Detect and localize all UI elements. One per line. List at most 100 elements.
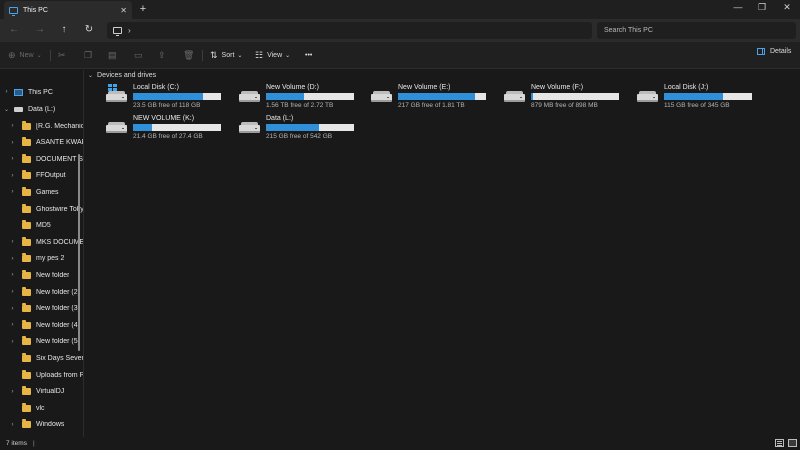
close-tab-icon[interactable]: ✕ [120,6,127,15]
sidebar-item-label: New folder (2) [36,288,80,296]
chevron-right-icon[interactable]: › [9,389,16,395]
sort-button[interactable]: ⇅ Sort ⌄ [210,48,242,62]
details-view-button[interactable] [775,439,784,447]
sidebar-scrollbar[interactable] [78,154,80,351]
chevron-right-icon[interactable]: › [9,422,16,428]
sidebar-item-data-drive[interactable]: ⌄ Data (L:) [3,101,83,117]
paste-button[interactable]: ▤ [108,48,121,62]
cut-button[interactable]: ✂ [58,48,70,62]
chevron-right-icon[interactable]: › [9,306,16,312]
new-button[interactable]: ⊕ New ⌄ [8,48,42,62]
sidebar-item-label: VirtualDJ [36,388,65,396]
tiles-view-button[interactable] [788,439,797,447]
share-icon: ⇪ [158,49,166,60]
sidebar-item-folder[interactable]: vlc [9,400,83,416]
chevron-right-icon[interactable]: › [9,272,16,278]
drive-tile[interactable]: NEW VOLUME (K:) 21.4 GB free of 27.4 GB [106,115,234,145]
search-input[interactable]: Search This PC [597,22,796,39]
chevron-right-icon[interactable]: › [9,339,16,345]
chevron-right-icon[interactable]: › [9,289,16,295]
maximize-button[interactable]: ❐ [755,2,769,13]
folder-icon [22,203,31,213]
folder-icon [22,336,31,346]
drive-name: Data (L:) [266,115,294,122]
sidebar-item-folder[interactable]: Ghostwire Tokyo [9,201,83,217]
sidebar-item-folder[interactable]: › New folder (3) [9,301,83,317]
chevron-right-icon[interactable]: › [9,173,16,179]
drive-usage-bar [266,124,354,131]
back-button[interactable]: ← [7,23,21,37]
sidebar-item-folder[interactable]: › New folder [9,267,83,283]
drive-tile[interactable]: New Volume (F:) 879 MB free of 898 MB [504,84,632,114]
breadcrumb-chevron-icon[interactable]: › [128,26,131,35]
sidebar-item-folder[interactable]: › my pes 2 [9,251,83,267]
share-button[interactable]: ⇪ [158,48,170,62]
chevron-right-icon[interactable]: › [9,322,16,328]
sidebar-item-label: Games [36,188,59,196]
drive-icon [106,122,127,133]
folder-icon [22,120,31,130]
sidebar-item-folder[interactable]: › MKS DOCUMENTS [9,234,83,250]
copy-button[interactable]: ❐ [84,48,96,62]
drive-tile[interactable]: Data (L:) 215 GB free of 542 GB [239,115,367,145]
tab-this-pc[interactable]: This PC ✕ [4,1,132,19]
sidebar-item-folder[interactable]: › ASANTE KWABENA [9,135,83,151]
sidebar-item-this-pc[interactable]: › This PC [3,84,83,100]
chevron-right-icon[interactable]: › [9,156,16,162]
drive-icon [637,91,658,102]
refresh-button[interactable]: ↻ [82,23,96,37]
sidebar-item-folder[interactable]: › Games [9,184,83,200]
up-button[interactable]: ↑ [57,23,71,37]
sidebar-item-folder[interactable]: › New folder (5) [9,334,83,350]
chevron-right-icon[interactable]: › [9,239,16,245]
rename-button[interactable]: ▭ [134,48,147,62]
sidebar-item-folder[interactable]: MD5 [9,218,83,234]
new-tab-button[interactable]: + [137,3,149,15]
toolbar-divider [202,50,203,61]
minimize-button[interactable]: — [731,2,745,12]
drive-free-space: 879 MB free of 898 MB [531,102,598,109]
chevron-down-icon[interactable]: ⌄ [3,106,10,113]
status-divider: | [32,440,35,447]
sidebar-item-folder[interactable]: Uploads from Phone [9,367,83,383]
navigation-pane[interactable]: › This PC ⌄ Data (L:) ›[R.G. Mechanics]›… [0,70,84,437]
sort-label: Sort [221,51,235,59]
chevron-right-icon[interactable]: › [9,256,16,262]
chevron-right-icon[interactable]: › [3,89,10,95]
chevron-right-icon[interactable]: › [9,123,16,129]
chevron-right-icon[interactable]: › [9,189,16,195]
chevron-right-icon[interactable]: › [9,140,16,146]
system-drive-icon [106,84,127,102]
more-options-button[interactable]: ••• [305,48,312,62]
drive-tile[interactable]: New Volume (E:) 217 GB free of 1.81 TB [371,84,499,114]
drive-icon [239,91,260,102]
sidebar-item-folder[interactable]: › [R.G. Mechanics] [9,118,83,134]
forward-button[interactable]: → [33,23,47,37]
sidebar-item-folder[interactable]: › New folder (4) [9,317,83,333]
drive-tile[interactable]: Local Disk (J:) 115 GB free of 345 GB [637,84,765,114]
close-window-button[interactable]: ✕ [780,2,794,13]
sidebar-item-folder[interactable]: › FFOutput [9,168,83,184]
drive-usage-bar [133,93,221,100]
sidebar-item-label: DOCUMENT SAVE [36,155,83,163]
delete-button[interactable]: 🗑 [183,48,198,62]
folder-icon [22,236,31,246]
sidebar-item-folder[interactable]: › Windows [9,417,83,433]
address-field[interactable]: › [107,22,592,39]
address-row: ← → ↑ ↻ › Search This PC [0,19,800,42]
chevron-down-icon[interactable]: ⌄ [88,72,93,79]
sidebar-item-folder[interactable]: › New folder (2) [9,284,83,300]
sidebar-item-folder[interactable]: Six Days Seven Nights [9,350,83,366]
drive-tile[interactable]: New Volume (D:) 1.56 TB free of 2.72 TB [239,84,367,114]
devices-group-header[interactable]: ⌄ Devices and drives [88,72,156,79]
sidebar-item-folder[interactable]: › DOCUMENT SAVE [9,151,83,167]
drive-usage-bar [133,124,221,131]
search-placeholder: Search This PC [604,27,653,34]
sidebar-item-label: my pes 2 [36,255,65,263]
sidebar-item-label: Data (L:) [28,105,56,113]
item-count: 7 items [6,440,27,447]
view-button[interactable]: ☷ View ⌄ [255,48,290,62]
details-pane-button[interactable]: Details [757,48,791,55]
drive-tile[interactable]: Local Disk (C:) 23.5 GB free of 118 GB [106,84,234,114]
sidebar-item-folder[interactable]: › VirtualDJ [9,384,83,400]
